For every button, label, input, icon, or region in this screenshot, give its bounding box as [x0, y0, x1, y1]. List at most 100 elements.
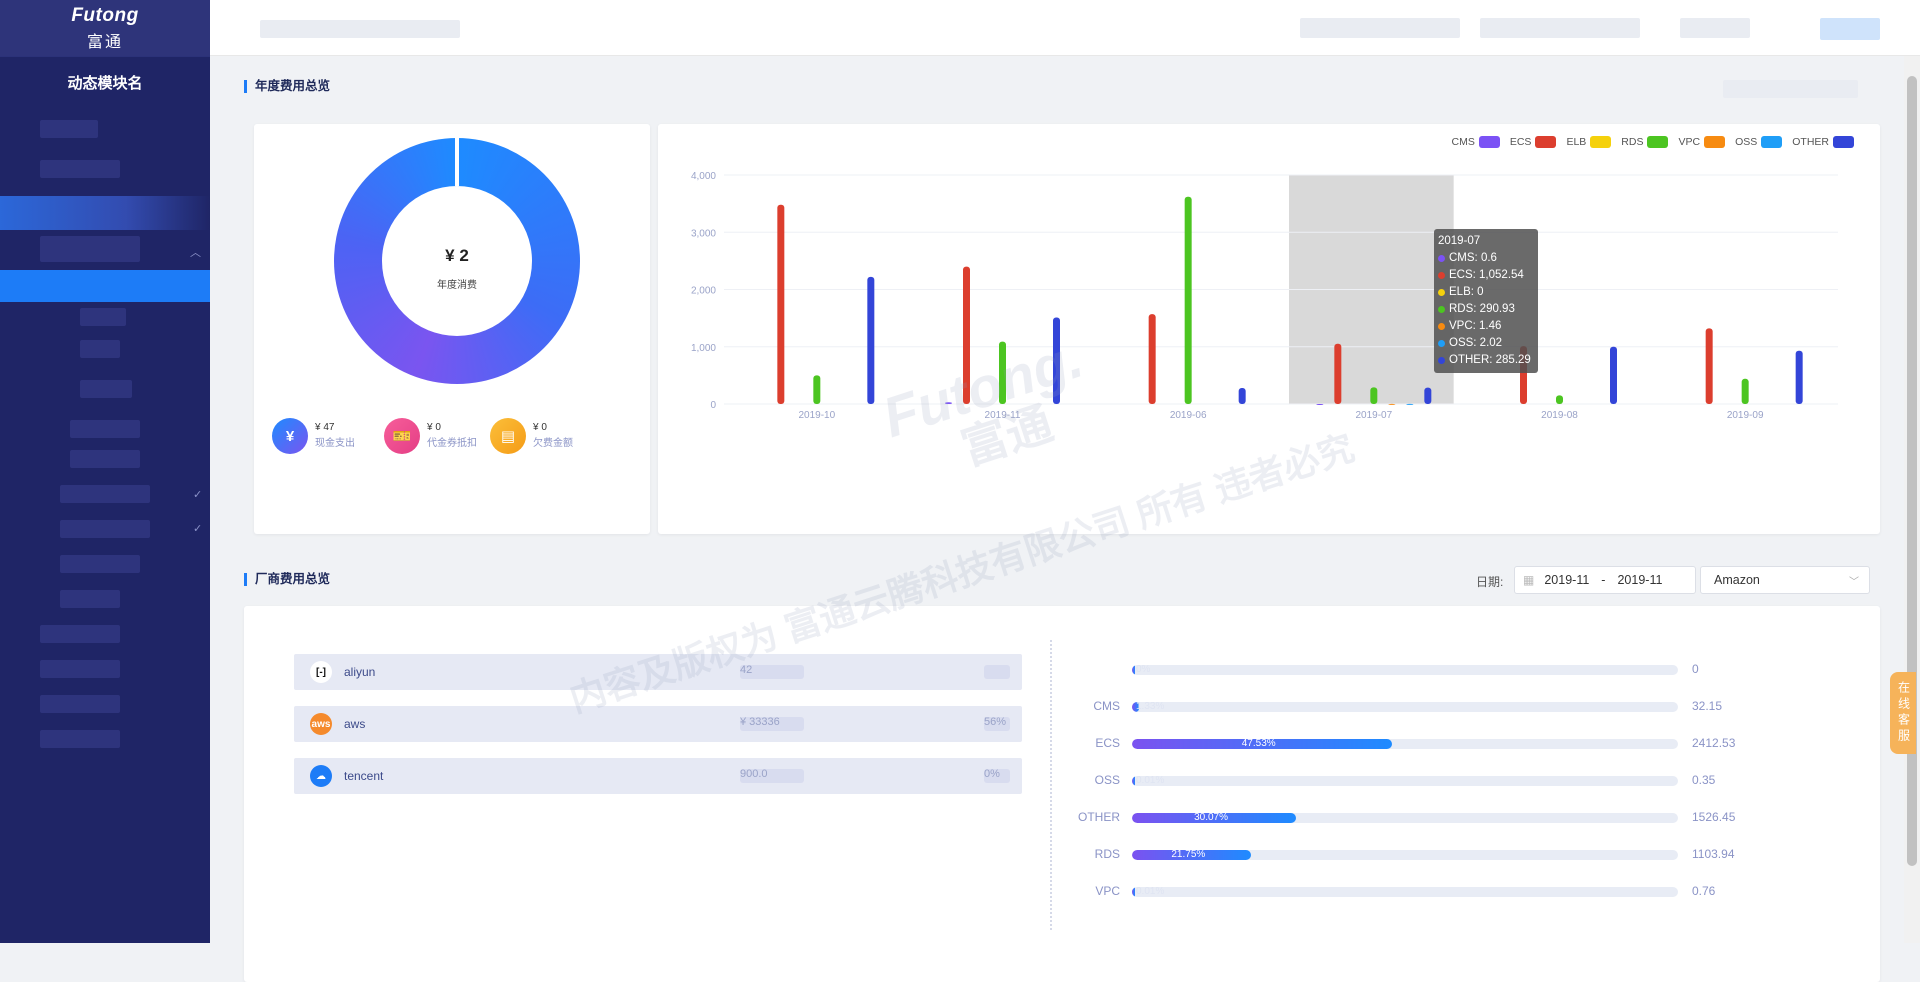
date-end: 2019-11	[1617, 573, 1663, 587]
tooltip-row: ELB: 0	[1438, 284, 1534, 301]
sidebar-item[interactable]	[70, 450, 140, 468]
sidebar-item[interactable]	[60, 485, 150, 503]
sidebar-item-active[interactable]	[0, 196, 210, 230]
service-bar-row: RDS 21.75% 1103.94	[1064, 845, 1735, 865]
sidebar-item[interactable]	[40, 730, 120, 748]
tooltip-dot	[1438, 272, 1445, 279]
sidebar-item[interactable]	[40, 625, 120, 643]
chevron-icon[interactable]: ✓	[193, 522, 202, 535]
service-percent: 0.01%	[1136, 776, 1165, 786]
x-tick-label: 2019-11	[985, 410, 1021, 421]
tooltip-row: CMS: 0.6	[1438, 250, 1534, 267]
vendor-row-tencent[interactable]: ☁ tencent 900.0 0%	[294, 758, 1022, 794]
sidebar-item[interactable]	[40, 236, 140, 262]
sidebar-item[interactable]	[40, 695, 120, 713]
header-blurred-item[interactable]	[260, 20, 460, 38]
tooltip-dot	[1438, 357, 1445, 364]
service-value: 0.35	[1692, 773, 1716, 787]
stat-label: 代金券抵扣	[427, 438, 477, 449]
annual-donut-chart: ¥ 2 年度消费	[334, 138, 580, 384]
vendor-name: tencent	[344, 769, 384, 783]
vendor-section-title: 厂商费用总览	[244, 573, 330, 586]
tooltip-text: ECS: 1,052.54	[1449, 269, 1524, 281]
aws-icon: aws	[310, 713, 332, 735]
date-separator: -	[1601, 573, 1606, 587]
sidebar-item[interactable]	[70, 420, 140, 438]
annual-bar-chart-card: CMS ECS ELB RDS VPC OSS OTHER 0 1,000 2,000 3,000…	[658, 124, 1880, 534]
header-avatar[interactable]	[1820, 18, 1880, 40]
vendor-select-value: Amazon	[1714, 573, 1760, 587]
service-bar-row: CMS 1.33% 32.15	[1064, 697, 1722, 717]
tooltip-row: ECS: 1,052.54	[1438, 267, 1534, 284]
yen-icon: ¥	[272, 418, 308, 454]
x-tick-label: 2019-06	[1170, 410, 1207, 421]
service-percent: 0.01%	[1136, 887, 1165, 897]
sidebar-item[interactable]	[60, 590, 120, 608]
stat-value: ¥ 0	[427, 422, 441, 433]
tooltip-dot	[1438, 306, 1445, 313]
service-name: OTHER	[1078, 810, 1120, 824]
logo[interactable]: Futong 富通	[0, 0, 210, 56]
annual-blurred-control[interactable]	[1723, 80, 1858, 98]
vendor-row-aws[interactable]: aws aws ¥ 33336 56%	[294, 706, 1022, 742]
sidebar-submenu-active[interactable]	[0, 270, 210, 302]
module-name: 动态模块名	[0, 56, 210, 108]
y-tick-label: 0	[710, 400, 716, 411]
vendor-amount: 900.0	[740, 768, 768, 780]
sidebar-item[interactable]	[40, 660, 120, 678]
service-name: RDS	[1094, 847, 1120, 861]
service-percent: 47.53%	[1241, 739, 1276, 749]
stat-voucher: 🎫 ¥ 0 代金券抵扣	[384, 418, 477, 454]
vendor-select[interactable]: Amazon ﹀	[1700, 566, 1870, 594]
top-header	[210, 0, 1920, 56]
bar-rds-2019-08	[1556, 395, 1563, 404]
service-progress-track: 0.01%	[1132, 887, 1678, 897]
service-progress-track: 0.01%	[1132, 776, 1678, 786]
sidebar-item[interactable]	[40, 120, 98, 138]
service-progress-track: 21.75%	[1132, 850, 1678, 860]
service-name: OSS	[1094, 773, 1120, 787]
annual-total-label: 年度消费	[437, 280, 477, 291]
service-name: VPC	[1095, 884, 1120, 898]
chevron-up-icon[interactable]: ︿	[190, 244, 201, 260]
header-blurred-item[interactable]	[1680, 18, 1750, 38]
annual-bar-chart: 0 1,000 2,000 3,000 4,000 2019-10 2019-11 2019-…	[691, 171, 1838, 421]
service-value: 1103.94	[1692, 847, 1735, 861]
x-tick-label: 2019-07	[1355, 410, 1392, 421]
service-name: ECS	[1095, 736, 1120, 750]
service-bar-row: OTHER 30.07% 1526.45	[1064, 808, 1735, 828]
header-blurred-item[interactable]	[1300, 18, 1460, 38]
bar-rds-2019-10	[813, 375, 821, 404]
stat-label: 现金支出	[315, 438, 355, 449]
tooltip-text: ELB: 0	[1449, 286, 1484, 298]
service-progress-track: 0%	[1132, 665, 1678, 675]
sidebar-item[interactable]	[60, 520, 150, 538]
service-value: 1526.45	[1692, 810, 1736, 824]
page-scrollbar[interactable]	[1904, 56, 1920, 943]
stat-value: ¥ 0	[533, 422, 547, 433]
service-value: 32.15	[1692, 699, 1723, 713]
service-bar-row: VPC 0.01% 0.76	[1064, 882, 1715, 902]
header-blurred-item[interactable]	[1480, 18, 1640, 38]
vendor-row-aliyun[interactable]: [-] aliyun 42	[294, 654, 1022, 690]
service-bar-row: 0% 0	[1064, 660, 1704, 680]
bar-oss-2019-07	[1406, 403, 1414, 405]
sidebar-item[interactable]	[80, 340, 120, 358]
service-percent: 0%	[1136, 665, 1151, 675]
service-progress-track: 1.33%	[1132, 702, 1678, 712]
tooltip-text: OTHER: 285.29	[1449, 354, 1531, 366]
sidebar-item[interactable]	[80, 308, 126, 326]
sidebar-item[interactable]	[60, 555, 140, 573]
sidebar-item[interactable]	[40, 160, 120, 178]
bar-ecs-2019-06	[1148, 314, 1156, 404]
tooltip-dot	[1438, 323, 1445, 330]
online-service-button[interactable]: 在线客服	[1890, 672, 1916, 754]
chevron-icon[interactable]: ✓	[193, 488, 202, 501]
bar-ecs-2019-07	[1334, 343, 1342, 404]
service-progress-fill	[1132, 665, 1136, 675]
bar-ecs-2019-11	[963, 266, 970, 404]
chevron-down-icon: ﹀	[1849, 576, 1859, 588]
tooltip-title: 2019-07	[1438, 235, 1481, 247]
date-range-picker[interactable]: ▦ 2019-11 - 2019-11	[1514, 566, 1696, 594]
sidebar-item[interactable]	[80, 380, 132, 398]
